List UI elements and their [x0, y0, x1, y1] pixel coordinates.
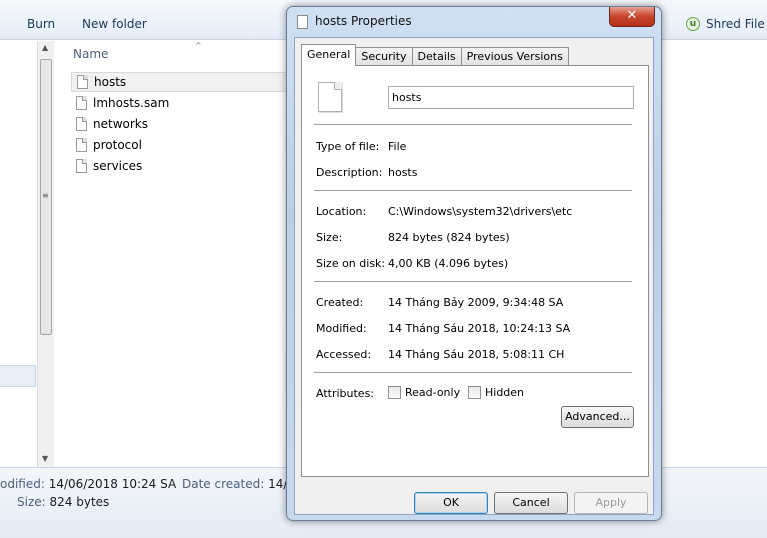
file-icon	[76, 117, 87, 131]
burn-button[interactable]: Burn	[27, 17, 55, 31]
modified-label: Modified:	[316, 322, 367, 335]
details-modified: odified: 14/06/2018 10:24 SA	[0, 477, 177, 491]
hidden-checkbox-box[interactable]	[468, 386, 481, 399]
properties-dialog: hosts Properties ✕ General Security Deta…	[286, 6, 662, 521]
file-icon	[76, 96, 87, 110]
attributes-label: Attributes:	[316, 387, 375, 400]
file-item-protocol[interactable]: protocol	[71, 135, 291, 155]
tab-details[interactable]: Details	[411, 47, 462, 65]
advanced-button[interactable]: Advanced...	[561, 406, 634, 428]
nav-selected-item[interactable]	[0, 365, 36, 387]
size-value: 824 bytes (824 bytes)	[388, 231, 510, 244]
created-label: Created:	[316, 296, 364, 309]
file-name: hosts	[94, 75, 127, 89]
file-icon	[76, 138, 87, 152]
dialog-title: hosts Properties	[315, 14, 412, 28]
separator	[314, 190, 632, 192]
description-value: hosts	[388, 166, 418, 179]
details-date-created: Date created: 14/07	[182, 477, 303, 491]
scroll-grip-icon: ≡	[42, 191, 49, 200]
cancel-button[interactable]: Cancel	[494, 492, 568, 514]
ok-button[interactable]: OK	[414, 492, 488, 514]
location-value: C:\Windows\system32\drivers\etc	[388, 205, 573, 218]
file-item-lmhosts[interactable]: lmhosts.sam	[71, 93, 291, 113]
sort-ascending-icon: ^	[195, 41, 202, 50]
apply-button[interactable]: Apply	[574, 492, 648, 514]
read-only-checkbox-box[interactable]	[388, 386, 401, 399]
tab-previous-versions[interactable]: Previous Versions	[460, 47, 569, 65]
file-item-services[interactable]: services	[71, 156, 291, 176]
file-name: protocol	[93, 138, 142, 152]
read-only-checkbox[interactable]: Read-only	[388, 386, 460, 399]
size-on-disk-value: 4,00 KB (4.096 bytes)	[388, 257, 509, 270]
hidden-checkbox[interactable]: Hidden	[468, 386, 524, 399]
file-icon	[77, 75, 88, 89]
file-name-input[interactable]: hosts	[388, 86, 634, 109]
separator	[314, 124, 632, 126]
hidden-label: Hidden	[485, 386, 525, 399]
type-of-file-label: Type of file:	[316, 140, 380, 153]
file-name: lmhosts.sam	[93, 96, 170, 110]
close-button[interactable]: ✕	[609, 7, 655, 27]
tab-general[interactable]: General	[301, 44, 357, 66]
file-icon	[76, 159, 87, 173]
file-item-hosts[interactable]: hosts	[71, 72, 291, 92]
file-list: Name ^ hosts lmhosts.sam networks protoc…	[55, 41, 291, 467]
dialog-client-area: General Security Details Previous Versio…	[294, 37, 654, 515]
file-icon	[297, 15, 308, 29]
tab-security[interactable]: Security	[355, 47, 413, 65]
general-tab-panel: hosts Type of file: File Description: ho…	[301, 65, 649, 477]
created-value: 14 Tháng Bảy 2009, 9:34:48 SA	[388, 296, 564, 309]
navigation-scrollbar[interactable]: ▲ ≡ ▼	[37, 41, 54, 467]
file-item-networks[interactable]: networks	[71, 114, 291, 134]
file-name: services	[93, 159, 143, 173]
scroll-down-arrow-icon[interactable]: ▼	[42, 454, 48, 463]
navigation-pane[interactable]	[0, 41, 38, 467]
separator	[314, 281, 632, 283]
accessed-value: 14 Tháng Sáu 2018, 5:08:11 CH	[388, 348, 565, 361]
new-folder-button[interactable]: New folder	[82, 17, 147, 31]
location-label: Location:	[316, 205, 367, 218]
file-large-icon	[318, 82, 342, 112]
shred-icon: u	[686, 17, 700, 31]
read-only-label: Read-only	[405, 386, 461, 399]
separator	[314, 372, 632, 374]
file-name: networks	[93, 117, 148, 131]
size-label: Size:	[316, 231, 343, 244]
modified-value: 14 Tháng Sáu 2018, 10:24:13 SA	[388, 322, 571, 335]
size-on-disk-label: Size on disk:	[316, 257, 386, 270]
description-label: Description:	[316, 166, 383, 179]
details-size: Size: 824 bytes	[17, 495, 110, 509]
dialog-titlebar[interactable]: hosts Properties ✕	[287, 7, 661, 37]
column-header-name[interactable]: Name	[73, 47, 108, 61]
accessed-label: Accessed:	[316, 348, 372, 361]
shred-file-label: Shred File	[706, 17, 765, 31]
close-icon: ✕	[626, 8, 638, 23]
shred-file-button[interactable]: u Shred File	[686, 17, 765, 31]
scroll-up-arrow-icon[interactable]: ▲	[42, 43, 48, 52]
type-of-file-value: File	[388, 140, 407, 153]
tab-strip: General Security Details Previous Versio…	[301, 44, 569, 66]
